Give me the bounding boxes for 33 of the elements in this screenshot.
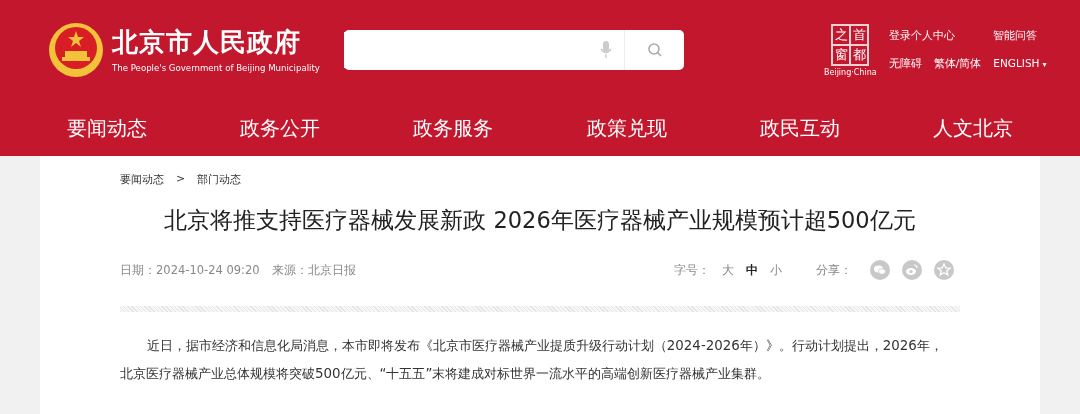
site-name: 北京市人民政府	[112, 27, 302, 57]
search-icon	[646, 42, 663, 58]
header-link[interactable]: 无障碍	[888, 57, 924, 71]
article-title: 北京将推支持医疗器械发展新政 2026年医疗器械产业规模预计超500亿元	[163, 206, 917, 235]
breadcrumb-separator: >	[176, 172, 186, 187]
nav-tab[interactable]: 政务公开	[226, 110, 334, 146]
font-size-label: 字号：	[674, 262, 710, 278]
header-link[interactable]: 智能问答	[993, 29, 1049, 43]
eye-logo-icon[interactable]	[902, 260, 922, 280]
search-button[interactable]	[624, 30, 684, 70]
emblem-icon	[48, 22, 104, 78]
chat-bubbles-icon[interactable]	[870, 260, 890, 280]
share-label: 分享：	[816, 262, 852, 278]
font-size-option[interactable]: 小	[770, 262, 782, 278]
nav-tab[interactable]: 政策兑现	[572, 110, 681, 146]
nav-tab[interactable]: 政务服务	[399, 110, 508, 146]
microphone-icon[interactable]	[600, 41, 612, 59]
nav-tab[interactable]: 人文北京	[919, 110, 1028, 146]
star-icon[interactable]	[934, 260, 954, 280]
breadcrumb-link[interactable]: 部门动态	[197, 172, 242, 187]
breadcrumb-link[interactable]: 要闻动态	[120, 172, 164, 187]
site-name-english: The People's Government of Beijing Municipality	[112, 63, 320, 73]
article-date: 日期：2024-10-24 09:20	[120, 262, 260, 278]
header-link[interactable]: 繁体/简体	[933, 57, 984, 71]
font-size-option[interactable]: 大	[722, 262, 734, 278]
search-field[interactable]	[344, 30, 624, 70]
header-link[interactable]: 登录个人中心	[888, 29, 984, 43]
font-size-option[interactable]: 中	[746, 262, 758, 278]
header-link[interactable]: ENGLISH ▾	[993, 57, 1049, 71]
article-source: 来源：北京日报	[271, 262, 356, 278]
article-paragraph: 近日，据市经济和信息化局消息，本市即将发布《北京市医疗器械产业提质升级行动计划（2024-2026年）》。行动计划提出，2026年，北京医疗器械产业总体规模将突破500亿元、“十五五”末将建成对标世界一流水平的高端创新医疗器械产业集群。	[120, 337, 944, 383]
nav-tab[interactable]: 要闻动态	[52, 110, 161, 146]
nav-tab[interactable]: 政民互动	[745, 110, 854, 146]
